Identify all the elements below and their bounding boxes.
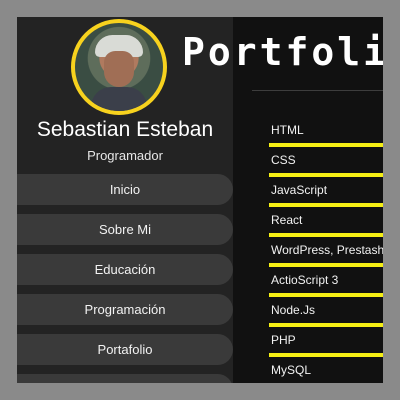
skill-label-mysql: MySQL	[271, 363, 312, 377]
profile-name: Sebastian Esteban	[36, 118, 214, 141]
skill-label-javascript: JavaScript	[271, 183, 328, 197]
skill-label-php: PHP	[271, 333, 296, 347]
nav-item-next[interactable]	[17, 374, 233, 383]
app-window: Sebastian Esteban Programador Inicio Sob…	[17, 17, 383, 383]
skill-label-actionscript: ActioScript 3	[271, 273, 339, 287]
skill-bar-css	[269, 173, 383, 177]
nav-item-portafolio[interactable]: Portafolio	[17, 334, 233, 365]
skill-bar-nodejs	[269, 323, 383, 327]
skill-bar-wordpress	[269, 263, 383, 267]
title-divider	[252, 90, 383, 91]
skill-label-nodejs: Node.Js	[271, 303, 316, 317]
skill-bar-php	[269, 353, 383, 357]
nav-item-inicio[interactable]: Inicio	[17, 174, 233, 205]
skill-label-html: HTML	[271, 123, 304, 137]
profile-role: Programador	[87, 148, 163, 163]
avatar	[71, 19, 167, 115]
page-title: Portfolio	[182, 30, 383, 74]
skill-bar-html	[269, 143, 383, 147]
skill-label-css: CSS	[271, 153, 296, 167]
avatar-face	[104, 51, 134, 87]
nav-item-sobre-mi[interactable]: Sobre Mi	[17, 214, 233, 245]
skill-label-wordpress: WordPress, Prestashop	[271, 243, 383, 257]
avatar-shirt	[91, 87, 147, 111]
skill-label-react: React	[271, 213, 303, 227]
nav-item-programacion[interactable]: Programación	[17, 294, 233, 325]
skill-bar-react	[269, 233, 383, 237]
skill-bar-javascript	[269, 203, 383, 207]
skill-bar-actionscript	[269, 293, 383, 297]
nav-item-educacion[interactable]: Educación	[17, 254, 233, 285]
